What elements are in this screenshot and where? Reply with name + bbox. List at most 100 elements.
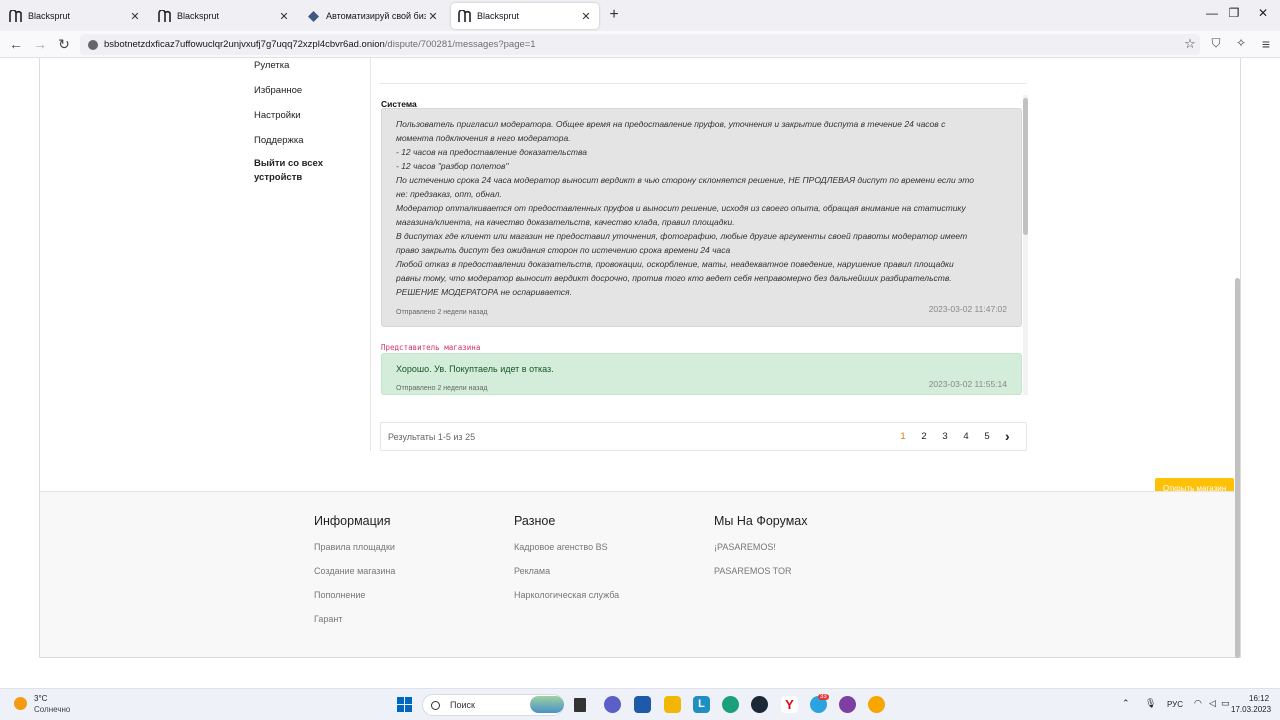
file-explorer-icon[interactable] [664,696,681,713]
tab-label: Blacksprut [28,11,71,21]
store-icon[interactable] [634,696,651,713]
extensions-wand-icon[interactable]: ✧ [1233,36,1249,50]
language-indicator[interactable]: РУС [1167,700,1183,709]
page-4-link[interactable]: 4 [960,431,972,442]
weather-description[interactable]: Солнечно [34,705,70,714]
blacksprut-logo-icon [157,9,171,23]
message-line: Модератор отталкивается от предоставленн… [396,203,966,213]
footer-link-pasaremos-tor[interactable]: PASAREMOS TOR [714,566,808,590]
messages-scrollbar[interactable] [1023,95,1028,395]
steam-icon[interactable] [751,696,768,713]
forward-arrow-icon[interactable]: → [32,36,48,52]
edge-icon[interactable] [722,696,739,713]
scrollbar-thumb[interactable] [1023,98,1028,235]
footer-link-create-shop[interactable]: Создание магазина [314,566,395,590]
new-tab-icon[interactable]: + [606,6,622,24]
chevron-up-icon[interactable]: ⌃ [1122,698,1130,709]
l-app-icon[interactable]: L [693,696,710,713]
footer-link-guarantor[interactable]: Гарант [314,614,395,638]
restore-icon[interactable]: ❐ [1224,6,1244,20]
search-label: Поиск [450,700,475,710]
menu-icon[interactable]: ≡ [1258,36,1274,52]
chevron-right-icon[interactable]: › [1005,428,1010,444]
message-author-shop: Представитель магазина [381,343,481,352]
footer-link-rules[interactable]: Правила площадки [314,542,395,566]
bookmark-star-icon[interactable]: ☆ [1182,36,1198,52]
site-info-icon[interactable] [88,39,98,50]
pagination: Результаты 1-5 из 25 1 2 3 4 5 › [380,422,1027,451]
close-icon[interactable]: ✕ [426,10,440,23]
message-line: не: предзаказ, опт, обнал. [396,189,502,199]
address-bar[interactable]: bsbotnetzdxficaz7uffowuclqr2unjvxufj7g7u… [80,34,1200,55]
close-icon[interactable]: ✕ [579,10,593,23]
page-scrollbar[interactable] [1234,58,1242,658]
logout-all-devices-link[interactable]: Выйти со всех устройств [254,157,344,185]
sidebar-item-settings[interactable]: Настройки [254,110,301,121]
minimize-icon[interactable]: — [1202,6,1222,20]
tor-browser-icon[interactable] [839,696,856,713]
message-line: - 12 часов на предоставление доказательс… [396,147,587,157]
tab-blacksprut-1[interactable]: Blacksprut ✕ [2,3,148,29]
message-sent-ago: Отправлено 2 недели назад [396,385,488,392]
message-line: РЕШЕНИЕ МОДЕРАТОРА не оспаривается. [396,287,572,297]
message-line: - 12 часов "разбор полетов" [396,161,509,171]
footer-heading: Мы На Форумах [714,514,808,528]
sidebar-item-roulette[interactable]: Рулетка [254,60,289,71]
sun-icon[interactable] [14,697,27,710]
message-line: момента подключения в него модератора. [396,133,571,143]
url-path: /dispute/700281/messages?page=1 [384,39,536,50]
footer-link-ads[interactable]: Реклама [514,566,619,590]
footer-column-forums: Мы На Форумах ¡PASAREMOS! PASAREMOS TOR [714,514,808,590]
footer-link-hr[interactable]: Кадровое агенство BS [514,542,619,566]
landscape-widget-icon [530,696,564,713]
message-line: равны тому, что модератор выносит вердик… [396,273,952,283]
scrollbar-thumb[interactable] [1235,278,1240,658]
page-3-link[interactable]: 3 [939,431,951,442]
yandex-icon[interactable]: Y [781,696,798,713]
back-arrow-icon[interactable]: ← [8,36,24,52]
wifi-icon[interactable]: ◠ [1194,698,1202,709]
tab-blacksprut-2[interactable]: Blacksprut ✕ [151,3,297,29]
window-close-icon[interactable]: ✕ [1253,6,1273,20]
message-timestamp: 2023-03-02 11:47:02 [928,304,1007,314]
message-line: право закрыть диспут без ожидания сторон… [396,245,731,255]
tab-bar: Blacksprut ✕ Blacksprut ✕ Автоматизируй … [0,0,1280,31]
taskbar: 3°C Солнечно Поиск L Y 33 ⌃ 🎙 РУС ◠ ◁ ▭ … [0,688,1280,720]
battery-icon[interactable]: ▭ [1221,698,1230,709]
system-message: Пользователь пригласил модератора. Общее… [381,108,1022,327]
message-line: По истечению срока 24 часа модератор вын… [396,175,974,185]
microphone-icon[interactable]: 🎙 [1145,698,1156,709]
windows-start-icon[interactable] [397,697,412,712]
clock-time[interactable]: 16:12 [1249,694,1269,703]
sidebar-item-favorites[interactable]: Избранное [254,85,302,96]
clock-date[interactable]: 17.03.2023 [1231,705,1271,714]
footer-heading: Разное [514,514,556,528]
task-view-icon[interactable] [574,698,586,712]
diamond-logo-icon [306,9,320,23]
tab-automation[interactable]: Автоматизируй свой бизнес с ✕ [300,3,446,29]
volume-icon[interactable]: ◁ [1209,698,1216,709]
close-icon[interactable]: ✕ [277,10,291,23]
media-app-icon[interactable] [868,696,885,713]
tab-blacksprut-active[interactable]: Blacksprut ✕ [451,3,599,29]
weather-temperature[interactable]: 3°C [34,694,47,703]
footer-column-info: Информация Правила площадки Создание маг… [314,514,395,638]
page-5-link[interactable]: 5 [981,431,993,442]
sidebar-item-support[interactable]: Поддержка [254,135,304,146]
footer-heading: Информация [314,514,391,528]
shield-icon[interactable]: ⛉ [1208,36,1224,51]
reload-icon[interactable]: ↻ [56,36,72,53]
footer-link-narcology[interactable]: Наркологическая служба [514,590,619,614]
footer-link-pasaremos[interactable]: ¡PASAREMOS! [714,542,808,566]
message-line: В диспутах где клиент или магазин не пре… [396,231,968,241]
page-1-link[interactable]: 1 [897,431,909,442]
message-line: Любой отказ в предоставлении доказательс… [396,259,954,269]
chat-icon[interactable] [604,696,621,713]
close-icon[interactable]: ✕ [128,10,142,23]
shop-message-text: Хорошо. Ув. Покуптаель идет в отказ. [396,364,554,374]
tab-label: Автоматизируй свой бизнес с [326,11,426,21]
page-2-link[interactable]: 2 [918,431,930,442]
footer-link-topup[interactable]: Пополнение [314,590,395,614]
message-line: Пользователь пригласил модератора. Общее… [396,119,946,129]
sidebar-divider [370,58,371,451]
